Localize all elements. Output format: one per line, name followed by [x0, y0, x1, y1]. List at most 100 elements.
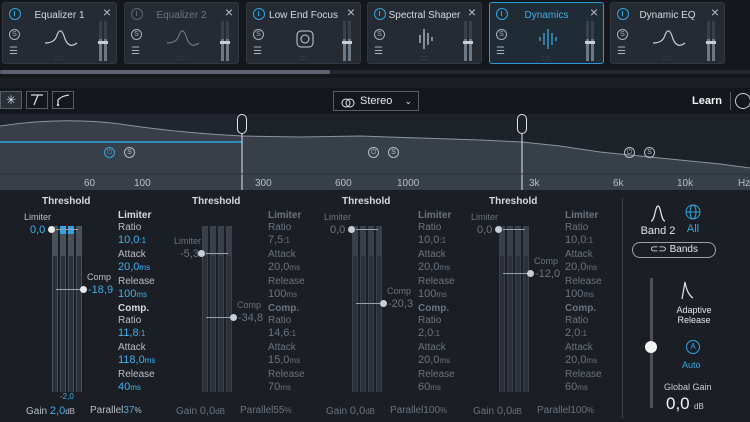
- band3-solo-icon[interactable]: S: [644, 147, 655, 158]
- auto-release-toggle[interactable]: A: [686, 340, 700, 354]
- drag-handle-icon[interactable]: :::: [420, 55, 429, 62]
- release-slider-knob[interactable]: [645, 341, 657, 353]
- power-icon[interactable]: [253, 8, 265, 20]
- module-slot[interactable]: Dynamic EQ × S ☰:::: [610, 2, 725, 64]
- drag-handle-icon[interactable]: :::: [55, 55, 64, 62]
- band1-solo-icon[interactable]: S: [124, 147, 135, 158]
- power-icon[interactable]: [131, 8, 143, 20]
- band-parallel[interactable]: Parallel100%: [537, 405, 594, 416]
- band-2: Threshold Limiter -5,3 Comp -34,8 Gain 0,0dB P…: [150, 190, 305, 422]
- drag-handle-icon[interactable]: :::: [542, 55, 551, 62]
- comp-ratio-value[interactable]: 2,0:1: [565, 327, 625, 340]
- limiter-threshold-value[interactable]: 0,0: [477, 224, 492, 236]
- menu-icon[interactable]: ☰: [131, 47, 140, 57]
- limiter-ratio-value[interactable]: 10,0:1: [565, 234, 625, 247]
- limiter-attack-value[interactable]: 20,0ms: [565, 261, 625, 274]
- module-slot[interactable]: Spectral Shaper × S ☰:::: [367, 2, 482, 64]
- solo-icon[interactable]: S: [131, 29, 142, 40]
- module-slot[interactable]: Low End Focus × S ☰:::: [246, 2, 361, 64]
- close-icon[interactable]: ×: [225, 5, 233, 19]
- limiter-threshold-value[interactable]: 0,0: [330, 224, 345, 236]
- comp-threshold-knob[interactable]: [230, 314, 237, 321]
- menu-icon[interactable]: ☰: [496, 47, 505, 57]
- global-gain-value[interactable]: 0,0: [666, 394, 690, 414]
- band-select-button[interactable]: Band 2: [640, 204, 676, 237]
- limiter-threshold-value[interactable]: 0,0: [30, 224, 45, 236]
- menu-icon[interactable]: ☰: [617, 47, 626, 57]
- power-icon[interactable]: [374, 8, 386, 20]
- close-icon[interactable]: ×: [347, 5, 355, 19]
- bands-link-button[interactable]: ⊂⊃ Bands: [632, 242, 716, 258]
- crossover-handle-1[interactable]: [237, 114, 247, 134]
- band-parallel[interactable]: Parallel37%: [90, 405, 142, 416]
- limiter-threshold-knob[interactable]: [198, 250, 205, 257]
- band2-power-icon[interactable]: ⏻: [368, 147, 379, 158]
- threshold-meter[interactable]: [499, 226, 529, 392]
- reset-icon[interactable]: [735, 93, 750, 109]
- close-icon[interactable]: ×: [103, 5, 111, 19]
- band-gain[interactable]: Gain 0,0dB: [473, 405, 522, 417]
- menu-icon[interactable]: ☰: [374, 47, 383, 57]
- stereo-mode-select[interactable]: Stereo ⌄: [333, 91, 419, 111]
- comp-threshold-knob[interactable]: [380, 300, 387, 307]
- limiter-threshold-knob[interactable]: [495, 226, 502, 233]
- limiter-threshold-knob[interactable]: [48, 226, 55, 233]
- level-fader[interactable]: [220, 41, 230, 44]
- comp-threshold-knob[interactable]: [80, 286, 87, 293]
- level-fader[interactable]: [585, 41, 595, 44]
- module-slot[interactable]: Dynamics × S ☰:::: [489, 2, 604, 64]
- comp-threshold-value[interactable]: -18,9: [88, 284, 113, 296]
- comp-threshold-knob[interactable]: [527, 270, 534, 277]
- sparkle-mode-button[interactable]: ✳: [0, 91, 22, 109]
- band-parallel[interactable]: Parallel100%: [390, 405, 447, 416]
- level-fader[interactable]: [706, 41, 716, 44]
- band-gain[interactable]: Gain 0,0dB: [176, 405, 225, 417]
- power-icon[interactable]: [496, 8, 508, 20]
- close-icon[interactable]: ×: [711, 5, 719, 19]
- crossover-handle-2[interactable]: [517, 114, 527, 134]
- level-meter-bar: [515, 226, 521, 392]
- limiter-threshold-value[interactable]: -5,3: [180, 248, 199, 260]
- band-parallel[interactable]: Parallel55%: [240, 405, 292, 416]
- power-icon[interactable]: [617, 8, 629, 20]
- module-slot[interactable]: Equalizer 1 × S ☰:::: [2, 2, 117, 64]
- solo-icon[interactable]: S: [253, 29, 264, 40]
- limiter-threshold-knob[interactable]: [348, 226, 355, 233]
- learn-button[interactable]: Learn: [686, 91, 728, 111]
- close-icon[interactable]: ×: [590, 5, 598, 19]
- curve-mode-button[interactable]: [26, 91, 48, 109]
- drag-handle-icon[interactable]: :::: [177, 55, 186, 62]
- level-fader[interactable]: [463, 41, 473, 44]
- comp-threshold-value[interactable]: -12,0: [535, 268, 560, 280]
- comp-attack-value[interactable]: 20,0ms: [565, 354, 625, 367]
- solo-icon[interactable]: S: [9, 29, 20, 40]
- threshold-meter[interactable]: [202, 226, 232, 392]
- close-icon[interactable]: ×: [468, 5, 476, 19]
- module-slot[interactable]: Equalizer 2 × S ☰:::: [124, 2, 239, 64]
- comp-threshold-value[interactable]: -34,8: [238, 312, 263, 324]
- all-bands-button[interactable]: All: [680, 204, 706, 235]
- comp-release-value[interactable]: 60ms: [565, 381, 625, 394]
- menu-icon[interactable]: ☰: [253, 47, 262, 57]
- parallel-unit: %: [134, 406, 142, 415]
- drag-handle-icon[interactable]: :::: [663, 55, 672, 62]
- drag-handle-icon[interactable]: :::: [299, 55, 308, 62]
- level-fader[interactable]: [98, 41, 108, 44]
- limiter-release-value[interactable]: 100ms: [565, 288, 625, 301]
- solo-icon[interactable]: S: [374, 29, 385, 40]
- module-scrollbar[interactable]: [0, 70, 330, 74]
- solo-icon[interactable]: S: [617, 29, 628, 40]
- level-fader[interactable]: [342, 41, 352, 44]
- band2-solo-icon[interactable]: S: [388, 147, 399, 158]
- power-icon[interactable]: [9, 8, 21, 20]
- band1-power-icon[interactable]: ⏻: [104, 147, 115, 158]
- knee-mode-button[interactable]: [52, 91, 74, 109]
- menu-icon[interactable]: ☰: [9, 47, 18, 57]
- band3-power-icon[interactable]: ⏻: [624, 147, 635, 158]
- band-gain[interactable]: Gain 0,0dB: [326, 405, 375, 417]
- comp-threshold-value[interactable]: -20,3: [388, 298, 413, 310]
- threshold-meter[interactable]: [52, 226, 82, 392]
- threshold-meter[interactable]: [352, 226, 382, 392]
- band-gain[interactable]: Gain 2,0dB: [26, 405, 75, 417]
- solo-icon[interactable]: S: [496, 29, 507, 40]
